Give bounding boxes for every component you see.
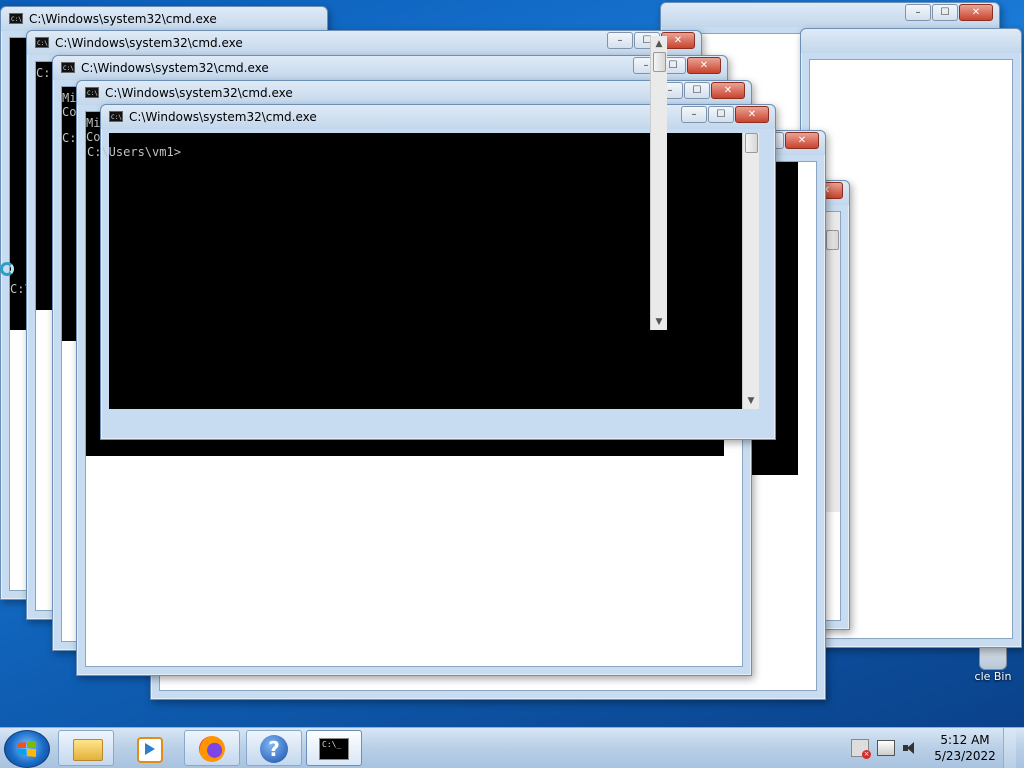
console-line: C: [36,66,51,80]
caption-buttons: – ☐ ✕ [632,57,721,74]
window-title: C:\Windows\system32\cmd.exe [81,61,269,75]
close-button[interactable]: ✕ [711,82,745,99]
clock[interactable]: 5:12 AM 5/23/2022 [933,732,997,764]
cmd-icon: C:\ [109,111,123,122]
taskbar-firefox-button[interactable] [184,730,240,766]
media-player-icon [137,737,163,763]
window-title: C:\Windows\system32\cmd.exe [129,110,317,124]
cmd-icon: C:\ [61,62,75,73]
taskbar: ? C:\_ × 5:12 AM 5/23/2022 [0,727,1024,768]
maximize-button[interactable]: ☐ [684,82,710,99]
maximize-button[interactable]: ☐ [708,106,734,123]
vertical-scrollbar[interactable]: ▲ ▼ [650,36,667,330]
titlebar [801,29,1021,53]
start-button[interactable] [4,730,50,768]
scrollbar-thumb[interactable] [745,133,758,153]
minimize-button[interactable]: – [681,106,707,123]
recycle-bin-label: cle Bin [974,670,1012,683]
cmd-icon: C:\ [9,13,23,24]
taskbar-cmd-button[interactable]: C:\_ [306,730,362,766]
show-desktop-button[interactable] [1003,728,1016,768]
scroll-up-arrow[interactable]: ▲ [651,36,667,52]
clock-date: 5/23/2022 [934,749,996,763]
cmd-icon: C:\ [35,37,49,48]
close-button[interactable]: ✕ [959,4,993,21]
scrollbar-thumb[interactable] [653,52,666,72]
window-title: C:\Windows\system32\cmd.exe [105,86,293,100]
minimize-button[interactable]: – [607,32,633,49]
firefox-icon [199,736,225,762]
minimize-button[interactable]: – [905,4,931,21]
console-line: Co [62,105,77,119]
cmd-icon: C:\ [85,87,99,98]
caption-buttons: – ☐ ✕ [904,4,993,21]
close-button[interactable]: ✕ [785,132,819,149]
volume-icon[interactable] [903,740,921,756]
scrollbar-thumb[interactable] [826,230,839,250]
close-button[interactable]: ✕ [687,57,721,74]
caption-buttons: – ☐ ✕ [680,106,769,123]
windows-logo-icon [18,741,36,757]
console-prompt: C:\Users\vm1> [87,145,181,159]
scroll-down-arrow[interactable]: ▼ [651,314,667,330]
caption-buttons: – ☐ ✕ [656,82,745,99]
notification-area: × 5:12 AM 5/23/2022 [851,728,1016,768]
taskbar-media-player-button[interactable] [120,730,176,766]
console-line: Mi [86,116,101,130]
taskbar-help-button[interactable]: ? [246,730,302,766]
folder-icon [73,739,103,761]
network-icon[interactable] [877,740,895,756]
help-icon: ? [260,735,288,763]
scroll-down-arrow[interactable]: ▼ [743,393,759,409]
console-line: C: [62,131,77,145]
window-title: C:\Windows\system32\cmd.exe [55,36,243,50]
close-button[interactable]: ✕ [735,106,769,123]
cmd-window-front[interactable]: C:\ C:\Windows\system32\cmd.exe – ☐ ✕ C:… [87,104,776,440]
command-prompt-icon: C:\_ [319,738,349,760]
maximize-button[interactable]: ☐ [932,4,958,21]
action-center-icon[interactable]: × [851,739,871,759]
console-output[interactable]: C:\Users\vm1> [87,133,743,409]
vertical-scrollbar[interactable]: ▲ ▼ [742,133,759,409]
console-line: Mi [62,91,77,105]
busy-cursor-icon [0,262,14,276]
clock-time: 5:12 AM [940,733,990,747]
taskbar-explorer-button[interactable] [58,730,114,766]
window-title: C:\Windows\system32\cmd.exe [29,12,217,26]
